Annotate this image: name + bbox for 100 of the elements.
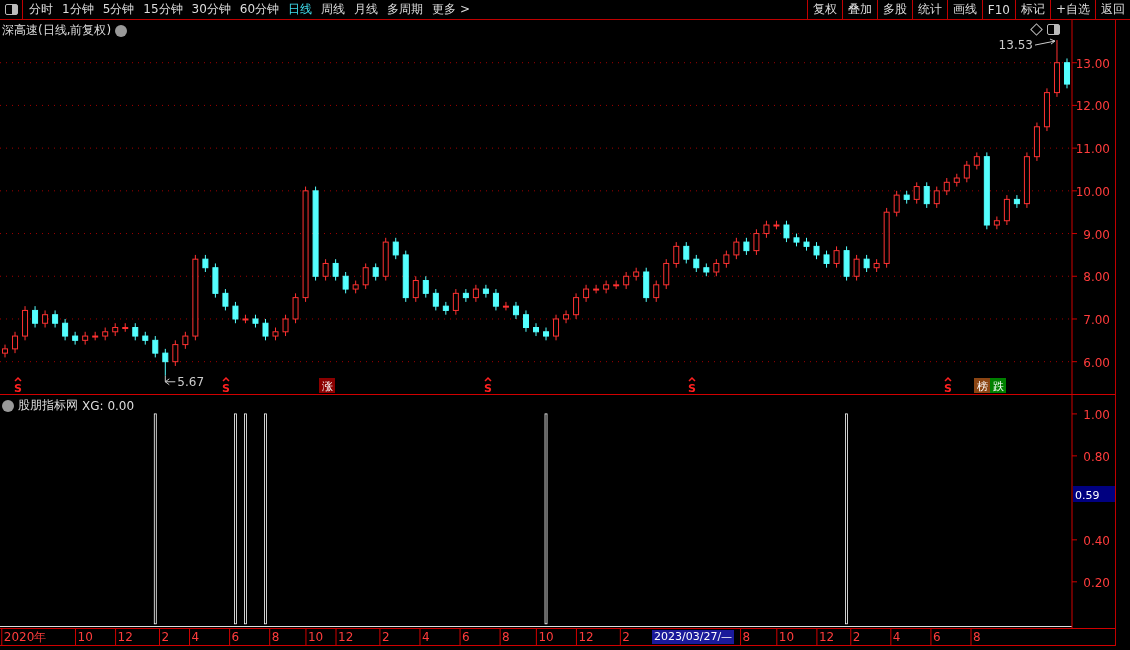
- candlestick: [202, 254, 209, 273]
- period-tab[interactable]: 月线: [354, 1, 379, 18]
- candlestick: [252, 314, 259, 328]
- axis-label: 12.00: [1075, 99, 1110, 114]
- candlestick: [803, 237, 810, 252]
- candlestick: [963, 160, 970, 183]
- candlestick: [763, 220, 770, 239]
- candlestick: [272, 327, 279, 341]
- period-tab[interactable]: 1分钟: [62, 1, 94, 18]
- period-tab[interactable]: 15分钟: [143, 1, 183, 18]
- axis-label: 0.20: [1083, 575, 1110, 590]
- candlestick: [943, 177, 950, 196]
- candlestick: [823, 250, 830, 269]
- candlestick: [502, 301, 509, 311]
- axis-label: 10: [77, 630, 93, 644]
- axis-label: 13.00: [1075, 56, 1110, 71]
- candlestick: [452, 288, 459, 316]
- axis-label: 4: [892, 630, 901, 644]
- candlestick: [1003, 194, 1010, 226]
- candlestick: [1043, 87, 1050, 132]
- candlestick: [122, 322, 129, 333]
- candlestick: [222, 288, 229, 311]
- axis-label: 2: [622, 630, 630, 644]
- axis-label: 6: [462, 630, 470, 644]
- axis-label: 8: [973, 630, 981, 644]
- axis-label: 4: [191, 630, 200, 644]
- candlestick: [563, 309, 570, 324]
- candlestick: [462, 288, 469, 303]
- candlestick: [172, 339, 179, 367]
- candlestick: [102, 327, 109, 341]
- candlestick: [22, 305, 29, 341]
- candlestick: [613, 280, 620, 290]
- candlestick: [633, 267, 640, 282]
- axis-label: 12: [578, 630, 594, 644]
- period-tab[interactable]: 周线: [321, 1, 346, 18]
- candlestick: [442, 301, 449, 316]
- candlestick: [512, 301, 519, 320]
- axis-label: 0.40: [1083, 533, 1110, 548]
- period-tab[interactable]: 5分钟: [102, 1, 135, 18]
- candlestick: [262, 318, 269, 341]
- axis-label: 12: [818, 630, 835, 644]
- candlestick: [62, 318, 69, 341]
- chart-title: 深高速(日线,前复权): [2, 22, 112, 39]
- candlestick: [132, 322, 139, 341]
- candlestick: [533, 322, 539, 337]
- candlestick: [773, 220, 780, 230]
- signal-tag: 跌: [990, 378, 1006, 393]
- candlestick: [853, 254, 860, 282]
- candlestick: [603, 280, 610, 294]
- candlestick: [923, 181, 930, 209]
- candlestick: [1013, 194, 1020, 209]
- axis-label: 2020年: [3, 630, 47, 644]
- indicator-reading: XG: 0.00: [82, 398, 135, 413]
- axis-label: 6: [231, 630, 240, 644]
- candlestick: [753, 228, 760, 256]
- candlestick: [913, 181, 920, 205]
- period-tab[interactable]: 多周期: [387, 1, 424, 18]
- candlestick: [1033, 122, 1040, 162]
- axis-label: 0.80: [1083, 449, 1110, 464]
- indicator-title: 股朋指标网: [18, 397, 78, 414]
- candlestick: [42, 309, 49, 328]
- axis-label: 1.00: [1083, 407, 1110, 422]
- axis-label: 8: [271, 630, 280, 644]
- candlestick: [553, 314, 560, 341]
- candlestick: [543, 327, 549, 341]
- candlestick: [593, 284, 600, 294]
- candlestick: [843, 245, 850, 282]
- candlestick: [903, 190, 910, 205]
- period-tab[interactable]: 分时: [29, 1, 53, 18]
- axis-label: 7.00: [1083, 312, 1110, 327]
- axis-label: 8.00: [1083, 270, 1110, 285]
- candlestick: [162, 348, 169, 377]
- cursor-date-label: 2023/03/27/—: [652, 630, 735, 644]
- candlestick: [683, 241, 690, 264]
- candlestick: [402, 250, 409, 303]
- period-tab[interactable]: 日线: [288, 1, 313, 18]
- candlestick: [573, 292, 580, 320]
- period-tab[interactable]: 60分钟: [239, 1, 280, 18]
- axis-label: 11.00: [1075, 142, 1110, 157]
- candlestick: [693, 254, 700, 273]
- signal-tag: 涨: [319, 378, 335, 393]
- candlestick: [863, 254, 870, 273]
- candlestick: [893, 190, 900, 217]
- candlestick: [523, 309, 529, 333]
- candlestick: [282, 314, 289, 337]
- candlestick: [82, 331, 89, 346]
- candlestick: [472, 284, 479, 303]
- candlestick: [783, 220, 790, 243]
- axis-label: 2: [852, 630, 861, 644]
- period-tab[interactable]: 更多 >: [432, 1, 470, 18]
- candlestick: [1064, 57, 1070, 89]
- period-tab[interactable]: 30分钟: [191, 1, 231, 18]
- candlestick: [643, 267, 650, 303]
- candlestick: [663, 258, 670, 290]
- candlestick: [372, 262, 379, 282]
- candlestick: [422, 275, 429, 299]
- panel-toggle-icon[interactable]: [1047, 23, 1060, 36]
- candlestick: [52, 309, 59, 328]
- axis-label: 6: [932, 630, 941, 644]
- axis-label: 10.00: [1075, 184, 1110, 199]
